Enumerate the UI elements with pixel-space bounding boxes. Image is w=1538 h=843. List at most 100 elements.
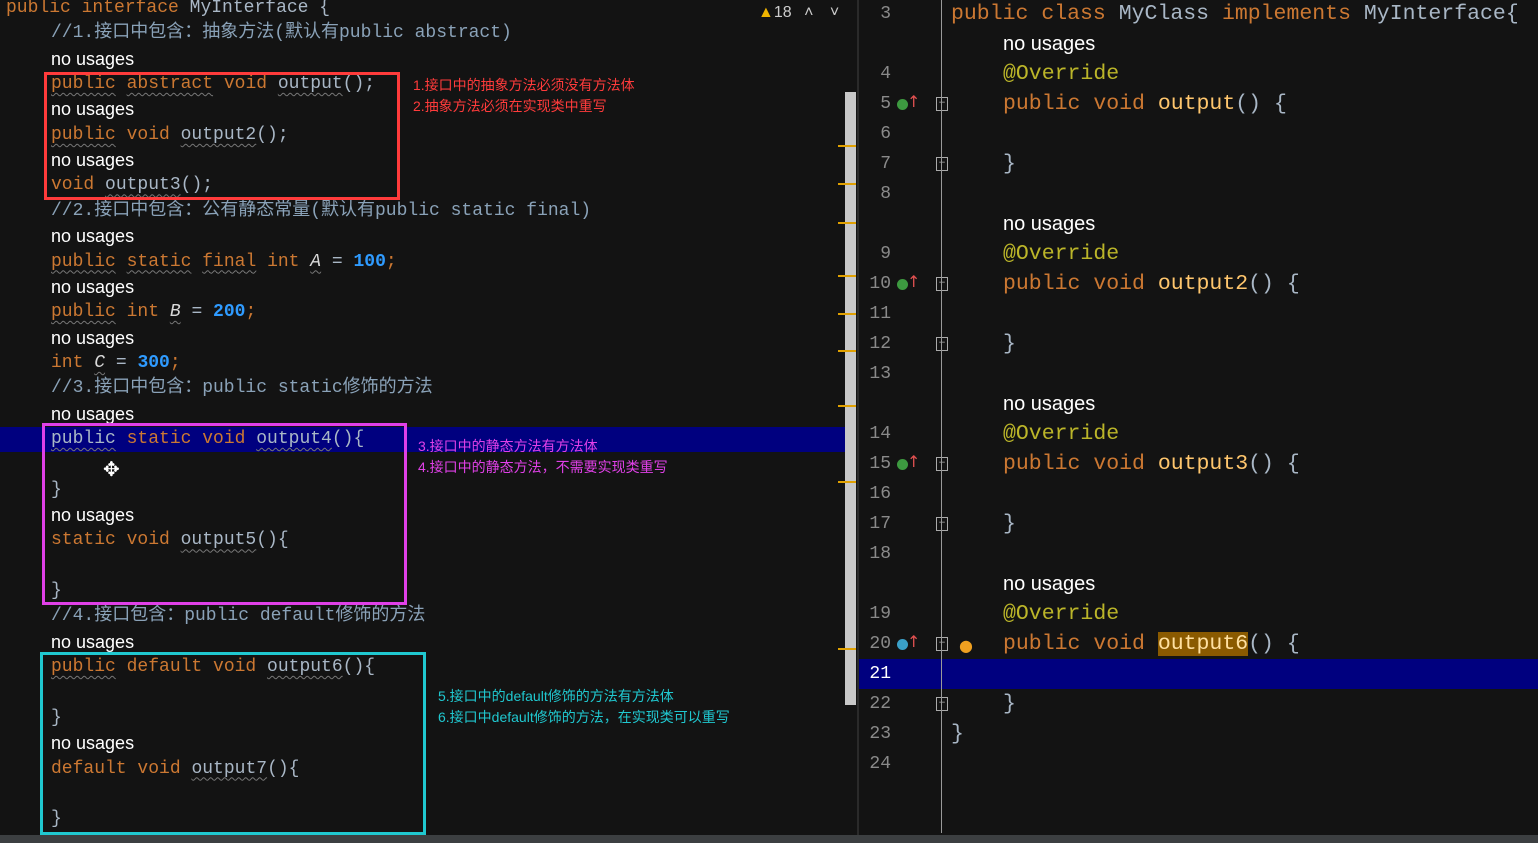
no-usages-hint[interactable]: no usages xyxy=(51,326,134,351)
code-token: public void xyxy=(1003,92,1158,116)
warning-marker[interactable] xyxy=(838,350,856,352)
fold-open-icon[interactable]: − xyxy=(936,637,948,651)
code-line[interactable]: no usages xyxy=(859,389,1538,419)
warning-marker[interactable] xyxy=(838,648,856,650)
line-number: 14 xyxy=(869,424,891,444)
line-number: 22 xyxy=(869,694,891,714)
code-line[interactable]: 16 xyxy=(859,479,1538,509)
code-line[interactable]: 21 xyxy=(859,659,1538,689)
code-line[interactable]: no usages xyxy=(0,630,845,655)
code-line[interactable]: 10 ↑ − public void output2() { xyxy=(859,269,1538,299)
code-text: } xyxy=(1003,329,1016,359)
no-usages-hint[interactable]: no usages xyxy=(1003,389,1095,419)
code-line[interactable]: 13 xyxy=(859,359,1538,389)
code-token: @Override xyxy=(1003,242,1120,266)
code-line[interactable]: 4 @Override xyxy=(859,59,1538,89)
code-line[interactable]: 7 −} xyxy=(859,149,1538,179)
fold-close-icon[interactable]: − xyxy=(936,157,948,171)
code-line[interactable]: 15 ↑ − public void output3() { xyxy=(859,449,1538,479)
warning-marker[interactable] xyxy=(838,145,856,147)
warning-marker[interactable] xyxy=(838,313,856,315)
code-token: } xyxy=(1003,332,1016,356)
code-token: @Override xyxy=(1003,602,1120,626)
code-line[interactable]: no usages xyxy=(0,224,845,249)
code-line[interactable]: 3 public class MyClass implements MyInter… xyxy=(859,0,1538,29)
code-token: int xyxy=(256,251,311,272)
code-line[interactable]: 9 @Override xyxy=(859,239,1538,269)
code-line[interactable]: 22 −} xyxy=(859,689,1538,719)
code-line[interactable]: //3.接口中包含：public static修饰的方法 xyxy=(0,376,845,401)
fold-open-icon[interactable]: − xyxy=(936,277,948,291)
code-line[interactable]: 24 xyxy=(859,749,1538,779)
inspection-widget[interactable]: ▲18 ˄ ˅ xyxy=(758,4,839,22)
chevron-up-icon[interactable]: ˄ xyxy=(804,4,813,21)
class-editor[interactable]: 3 public class MyClass implements MyInter… xyxy=(859,0,1538,843)
code-line[interactable]: 14 @Override xyxy=(859,419,1538,449)
fold-close-icon[interactable]: − xyxy=(936,517,948,531)
code-token: A xyxy=(310,251,322,272)
code-token: output2 xyxy=(1157,272,1249,296)
line-number: 18 xyxy=(869,544,891,564)
annotation-note-static: 3.接口中的静态方法有方法体 4.接口中的静态方法，不需要实现类重写 xyxy=(418,436,668,478)
fold-close-icon[interactable]: − xyxy=(936,337,948,351)
code-token: = xyxy=(180,302,214,323)
no-usages-hint[interactable]: no usages xyxy=(51,47,134,72)
code-line[interactable]: no usages xyxy=(859,209,1538,239)
code-line[interactable]: 5 ↑ − public void output() { xyxy=(859,89,1538,119)
lightbulb-icon[interactable]: ● xyxy=(959,631,973,661)
no-usages-hint[interactable]: no usages xyxy=(1003,209,1095,239)
up-arrow-icon: ↑ xyxy=(907,632,921,651)
code-token: MyInterface { xyxy=(189,0,331,18)
warning-marker[interactable] xyxy=(838,275,856,277)
code-line[interactable]: 17 −} xyxy=(859,509,1538,539)
line-number: 13 xyxy=(869,364,891,384)
code-line[interactable]: //2.接口中包含：公有静态常量(默认有public static final) xyxy=(0,199,845,224)
code-line[interactable]: 8 xyxy=(859,179,1538,209)
warning-marker[interactable] xyxy=(838,183,856,185)
code-line[interactable]: //1.接口中包含：抽象方法(默认有public abstract) xyxy=(0,21,845,46)
note-line: 4.接口中的静态方法，不需要实现类重写 xyxy=(418,459,668,475)
code-line[interactable]: no usages xyxy=(0,275,845,300)
chevron-down-icon[interactable]: ˅ xyxy=(830,4,839,21)
code-line[interactable]: 6 xyxy=(859,119,1538,149)
code-line[interactable]: no usages xyxy=(0,47,845,72)
code-line[interactable]: //4.接口包含：public default修饰的方法 xyxy=(0,604,845,629)
code-line[interactable]: public int B = 200; xyxy=(0,300,845,325)
line-number: 16 xyxy=(869,484,891,504)
fold-open-icon[interactable]: − xyxy=(936,457,948,471)
fold-open-icon[interactable]: − xyxy=(936,97,948,111)
code-token: public class xyxy=(951,2,1119,26)
code-line[interactable]: public static final int A = 100; xyxy=(0,250,845,275)
no-usages-hint[interactable]: no usages xyxy=(1003,569,1095,599)
code-line[interactable]: 23} xyxy=(859,719,1538,749)
note-line: 2.抽象方法必须在实现类中重写 xyxy=(413,98,607,114)
line-number: 4 xyxy=(880,64,891,84)
annotation-box-default xyxy=(40,652,426,835)
code-line[interactable]: no usages xyxy=(859,29,1538,59)
code-token: public void xyxy=(1003,452,1158,476)
code-line[interactable]: 12 −} xyxy=(859,329,1538,359)
interface-editor[interactable]: public interface MyInterface {//1.接口中包含：… xyxy=(0,0,845,843)
fold-close-icon[interactable]: − xyxy=(936,697,948,711)
warning-triangle-icon: ▲ xyxy=(758,4,774,21)
code-line[interactable]: 19 @Override xyxy=(859,599,1538,629)
code-token: @Override xyxy=(1003,422,1120,446)
code-text: @Override xyxy=(1003,599,1119,629)
warning-marker[interactable] xyxy=(838,222,856,224)
line-number: 7 xyxy=(880,154,891,174)
no-usages-hint[interactable]: no usages xyxy=(51,275,134,300)
warning-marker[interactable] xyxy=(838,481,856,483)
warning-marker[interactable] xyxy=(838,405,856,407)
code-line[interactable]: public interface MyInterface { xyxy=(0,0,845,21)
code-line[interactable]: 20 ↑ −● public void output6() { xyxy=(859,629,1538,659)
code-token: B xyxy=(169,302,181,323)
code-line[interactable]: int C = 300; xyxy=(0,351,845,376)
no-usages-hint[interactable]: no usages xyxy=(1003,29,1095,59)
code-line[interactable]: 18 xyxy=(859,539,1538,569)
code-line[interactable]: no usages xyxy=(859,569,1538,599)
line-number: 11 xyxy=(869,304,891,324)
no-usages-hint[interactable]: no usages xyxy=(51,630,134,655)
code-line[interactable]: 11 xyxy=(859,299,1538,329)
no-usages-hint[interactable]: no usages xyxy=(51,224,134,249)
code-line[interactable]: no usages xyxy=(0,326,845,351)
